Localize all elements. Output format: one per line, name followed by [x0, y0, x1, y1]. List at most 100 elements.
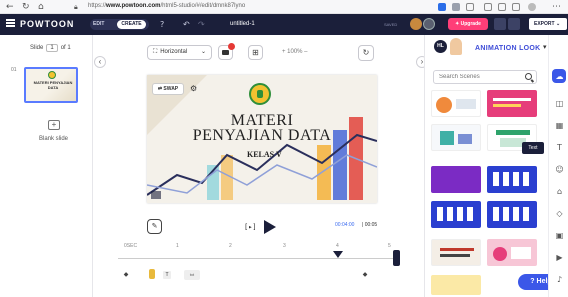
address-bar[interactable]: https://www.powtoon.com/html5-studio/#/e… — [88, 3, 245, 9]
favorites-icon[interactable] — [498, 3, 506, 11]
thumbnail-title: MATERI PENYAJIAN DATA — [33, 80, 73, 90]
school-emblem-icon[interactable] — [249, 83, 271, 105]
account-icon[interactable] — [528, 3, 536, 11]
style-badge: HL — [434, 40, 447, 53]
scene-thumbnail[interactable] — [487, 239, 537, 266]
timeline-track[interactable] — [118, 258, 396, 259]
chevron-down-icon: ⌄ — [200, 49, 206, 55]
mode-edit-tab[interactable]: EDIT — [93, 21, 104, 27]
sound-icon[interactable]: ♪ — [555, 275, 564, 284]
camera-button[interactable] — [218, 43, 235, 60]
back-icon[interactable]: ← — [6, 1, 14, 13]
play-frame-button[interactable]: [▸] — [244, 223, 257, 231]
playhead-handle[interactable] — [333, 251, 343, 258]
gear-icon[interactable]: ⚙ — [190, 83, 197, 95]
save-status: SAVED — [384, 22, 398, 27]
powtoon-logo: POWTOON — [20, 19, 75, 29]
search-icon[interactable] — [525, 73, 532, 80]
scene-art — [440, 254, 470, 257]
scene-thumbnail[interactable] — [431, 239, 481, 266]
collapse-slides-button[interactable]: ‹ — [94, 56, 106, 68]
redo-icon[interactable]: ↷ — [198, 19, 205, 30]
frame-icon: ⛶ — [153, 49, 158, 55]
preview-play-icon[interactable] — [508, 18, 520, 30]
slide-subtitle[interactable]: KELAS V — [247, 150, 282, 159]
scene-thumbnail[interactable] — [487, 201, 537, 228]
play-icon[interactable] — [264, 220, 276, 234]
magic-wand-button[interactable]: ✎ — [147, 219, 162, 234]
scene-thumbnail[interactable] — [431, 166, 481, 193]
extension-icon[interactable] — [438, 3, 446, 11]
tick-label: 0SEC — [124, 243, 138, 249]
scene-art — [511, 247, 531, 259]
user-avatar[interactable] — [423, 18, 435, 30]
export-button[interactable]: EXPORT ⌄ — [529, 18, 567, 30]
mode-switch[interactable]: EDIT CREATE — [90, 19, 149, 30]
orientation-dropdown[interactable]: ⛶ Horizontal ⌄ — [147, 45, 212, 60]
more-icon[interactable]: ⋯ — [552, 1, 561, 13]
star-icon[interactable] — [466, 3, 474, 11]
tooltip: Text — [522, 142, 544, 154]
collaborator-avatar[interactable] — [410, 18, 422, 30]
grid-button[interactable]: ⊞ — [248, 45, 263, 60]
scene-thumbnail[interactable] — [431, 201, 481, 228]
scene-thumbnail[interactable] — [431, 90, 481, 117]
search-scenes-input[interactable] — [433, 70, 537, 84]
media-icon[interactable]: ▣ — [555, 231, 564, 240]
canvas-slide[interactable]: ⇄ SWAP ⚙ MATERI PENYAJIAN DATA KELAS V — [147, 75, 377, 203]
props-icon[interactable]: ⌂ — [555, 187, 564, 196]
panel-header[interactable]: HL ANIMATION LOOK ▾ — [425, 35, 549, 62]
scene-art — [493, 247, 507, 261]
undo-icon[interactable]: ↶ — [183, 19, 190, 30]
shapes-icon[interactable]: ◇ — [555, 209, 564, 218]
zoom-control[interactable]: + 100% – — [282, 49, 308, 55]
add-slide-icon[interactable]: + — [48, 120, 60, 130]
cloud-upload-icon[interactable]: ☁ — [555, 72, 564, 81]
notification-dot — [228, 43, 235, 50]
layer-text-icon[interactable]: T — [163, 271, 171, 279]
add-blank-slide-label[interactable]: Blank slide — [39, 136, 68, 142]
url-path: /html5-studio/#/edit/dmnk87lyno — [160, 3, 246, 9]
scene-thumbnail[interactable] — [487, 166, 537, 193]
profile-icon[interactable] — [452, 3, 460, 11]
scene-thumbnail[interactable] — [431, 124, 481, 151]
collections-icon[interactable] — [512, 3, 520, 11]
pattern-icon[interactable]: ▦ — [555, 121, 564, 130]
refresh-canvas-button[interactable]: ↻ — [358, 45, 374, 61]
panel-title[interactable]: ANIMATION LOOK — [475, 45, 541, 52]
video-icon[interactable]: ▶ — [555, 253, 564, 262]
scene-art — [493, 98, 531, 101]
characters-icon[interactable]: ☺ — [555, 165, 564, 174]
diamond-keyframe-icon[interactable]: ◆ — [121, 271, 131, 279]
diamond-keyframe-icon[interactable]: ◆ — [360, 271, 370, 279]
slide-end-handle[interactable] — [393, 250, 400, 266]
scene-thumbnail[interactable] — [431, 275, 481, 295]
slide-thumbnail[interactable]: MATERI PENYAJIAN DATA — [24, 67, 78, 103]
upgrade-button[interactable]: ✦ Upgrade — [448, 18, 488, 30]
time-total: | 00:05 — [362, 222, 378, 228]
slide-title-line2[interactable]: PENYAJIAN DATA — [147, 127, 377, 145]
scene-art — [440, 248, 474, 251]
camera-icon — [222, 50, 229, 55]
slides-panel: Slide 1 of 1 01 MATERI PENYAJIAN DATA + Bl… — [0, 35, 93, 297]
layer-text-block-icon[interactable]: txt — [184, 270, 200, 280]
timeline-ruler[interactable]: 0SEC 1 2 3 4 5 — [118, 243, 398, 257]
layer-object-icon[interactable] — [149, 269, 155, 279]
scene-thumbnail[interactable] — [487, 90, 537, 117]
hamburger-menu-icon[interactable] — [6, 19, 15, 27]
tick-label: 4 — [336, 243, 339, 249]
url-domain: www.powtoon.com — [106, 3, 161, 9]
chevron-down-icon[interactable]: ▾ — [543, 43, 547, 51]
text-icon[interactable]: T — [555, 143, 564, 152]
record-icon[interactable] — [494, 18, 506, 30]
split-view-icon[interactable] — [484, 3, 492, 11]
slide-counter-total: of 1 — [60, 45, 71, 51]
document-title[interactable]: untitled-1 — [230, 21, 255, 27]
refresh-icon[interactable]: ↻ — [22, 1, 30, 13]
home-icon[interactable]: ⌂ — [38, 1, 44, 13]
swap-button[interactable]: ⇄ SWAP — [152, 83, 184, 95]
mode-create-tab[interactable]: CREATE — [117, 20, 146, 29]
help-icon[interactable]: ? — [160, 19, 164, 30]
layout-icon[interactable]: ◫ — [555, 99, 564, 108]
slide-number-input[interactable]: 1 — [46, 44, 58, 52]
